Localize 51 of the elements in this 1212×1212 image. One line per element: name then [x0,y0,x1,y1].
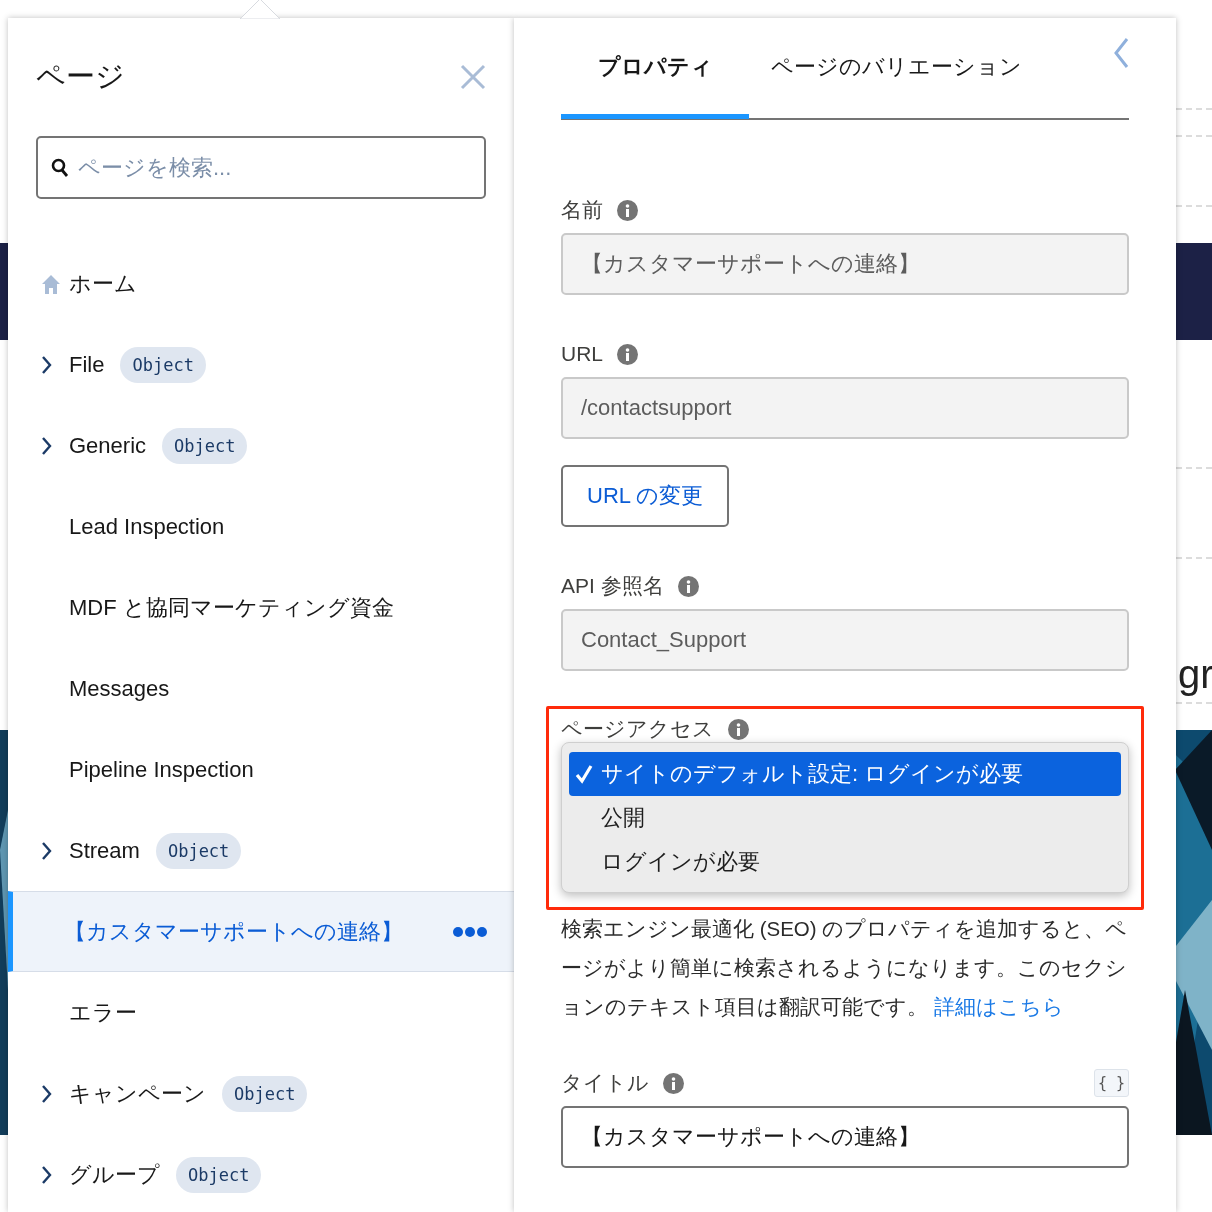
check-icon [575,764,593,784]
chevron-icon[interactable] [41,1164,53,1185]
dropdown-option[interactable]: ログインが必要 [569,840,1121,884]
page-list-item[interactable]: 【カスタマーサポートへの連絡】 [8,891,514,972]
page-list-item[interactable]: MDF と協同マーケティング資金 [8,567,514,648]
chevron-icon[interactable] [41,354,53,375]
merge-field-button[interactable]: { } [1093,1069,1129,1097]
more-icon[interactable] [452,925,488,938]
info-icon[interactable] [617,199,638,221]
page-list-item[interactable]: Pipeline Inspection [8,729,514,810]
page-list-item[interactable]: Generic Object [8,405,514,486]
field-label: 名前 [561,197,603,223]
page-list-item[interactable]: グループ Object [8,1134,514,1212]
dropdown-option[interactable]: サイトのデフォルト設定: ログインが必要 [569,752,1121,796]
object-badge: Object [162,427,248,464]
page-list-item[interactable]: エラー [8,972,514,1053]
object-badge: Object [120,346,206,383]
change-url-button[interactable]: URL の変更 [561,465,730,527]
panel-title: ページ [36,59,125,94]
page-list-item[interactable]: Stream Object [8,810,514,891]
info-icon[interactable] [663,1072,684,1094]
field-label: タイトル [561,1070,649,1096]
page-list-item[interactable]: ホーム [8,243,514,324]
search-icon [51,158,69,178]
page-list-item[interactable]: キャンペーン Object [8,1053,514,1134]
object-badge: Object [176,1156,262,1193]
text-field[interactable]: Contact_Support [561,609,1129,671]
object-badge: Object [222,1075,308,1112]
object-badge: Object [155,832,242,869]
page-list-item[interactable]: Messages [8,648,514,729]
tab[interactable]: ページのバリエーション [749,19,1044,119]
chevron-icon[interactable] [41,1083,53,1104]
chevron-icon[interactable] [41,840,53,861]
field-label: ページアクセス [561,716,714,742]
seo-description: 検索エンジン最適化 (SEO) のプロパティを追加すると、ページがより簡単に検索されるようになります。このセクションのテキスト項目は翻訳可能です。 詳細はこちら [561,916,1129,1020]
tab[interactable]: プロパティ [561,19,749,119]
home-icon [41,273,61,294]
info-icon[interactable] [617,343,638,365]
text-field[interactable]: 【カスタマーサポートへの連絡】 [561,233,1129,295]
page-list-item[interactable]: File Object [8,324,514,405]
learn-more-link[interactable]: 詳細はこちら [933,995,1064,1018]
page-list-item[interactable]: Lead Inspection [8,486,514,567]
chevron-icon[interactable] [41,435,53,456]
dropdown-option[interactable]: 公開 [569,796,1121,840]
info-icon[interactable] [728,718,749,740]
field-label: URL [561,342,603,366]
text-field[interactable]: /contactsupport [561,377,1129,439]
info-icon[interactable] [677,575,699,597]
field-label: API 参照名 [561,573,664,599]
text-field[interactable]: 【カスタマーサポートへの連絡】 [561,1106,1129,1168]
search-field[interactable]: ページを検索... [36,136,486,199]
